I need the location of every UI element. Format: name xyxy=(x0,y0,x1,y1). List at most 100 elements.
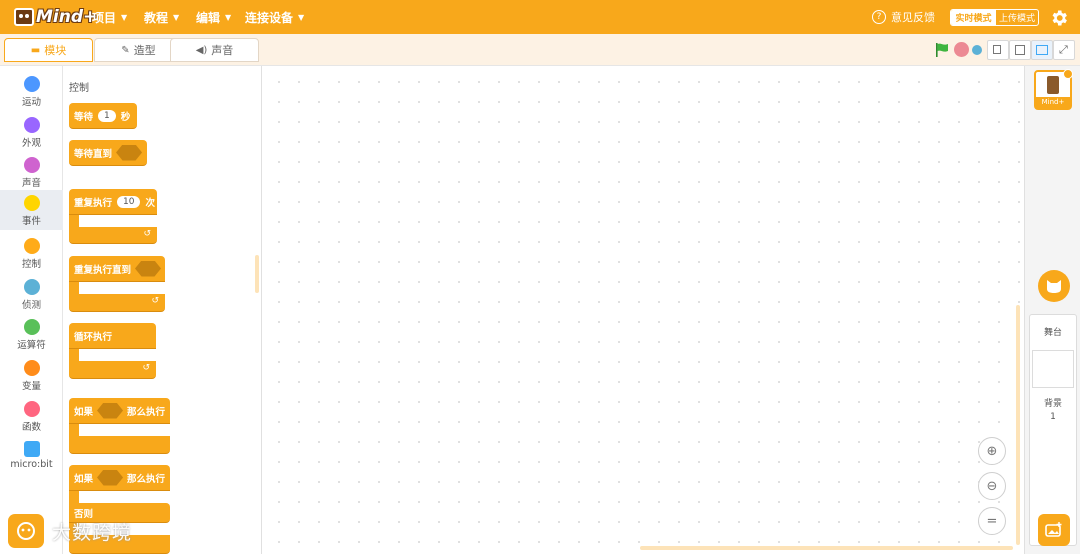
watermark: 大数跨境 xyxy=(8,514,132,548)
category-dot-icon xyxy=(23,279,40,295)
tab-sounds-label: 声音 xyxy=(211,44,234,57)
category-sensing[interactable]: 侦测 xyxy=(0,274,63,314)
workspace-vertical-scrollbar[interactable] xyxy=(1016,305,1020,545)
menu-connect-device-label: 连接设备 xyxy=(245,10,294,25)
block-if-else[interactable]: 如果 那么执行 xyxy=(69,465,170,491)
palette-section-title: 控制 xyxy=(69,83,89,94)
category-dot-icon xyxy=(23,195,40,211)
category-motion[interactable]: 运动 xyxy=(0,71,63,111)
loop-arrow-icon: ↺ xyxy=(143,229,151,239)
c-block-arm xyxy=(69,491,79,503)
sprite-thumbnail[interactable]: Mind+ xyxy=(1034,69,1073,110)
robot-logo-icon xyxy=(14,8,34,26)
stage-thumbnail[interactable] xyxy=(1032,350,1074,388)
category-operators[interactable]: 运算符 xyxy=(0,314,63,354)
feedback-label: 意见反馈 xyxy=(891,11,935,24)
category-variables[interactable]: 变量 xyxy=(0,355,63,395)
boolean-slot[interactable] xyxy=(97,469,124,486)
stage-label: 舞台 xyxy=(1043,328,1062,338)
category-sound[interactable]: 声音 xyxy=(0,152,63,192)
c-block-bottom: ↺ xyxy=(69,361,156,379)
menu-tutorial[interactable]: 教程 ▼ xyxy=(144,0,179,34)
menu-edit[interactable]: 编辑 ▼ xyxy=(196,0,231,34)
block-forever[interactable]: 循环执行 xyxy=(69,323,156,349)
block-label: 等待直到 xyxy=(74,148,113,160)
zoom-out-button[interactable]: ⊖ xyxy=(978,472,1006,500)
close-icon[interactable] xyxy=(1063,69,1073,79)
question-icon: ? xyxy=(872,10,886,24)
editor-tab-bar: ▬ 模块 ✎ 造型 ◀) 声音 xyxy=(0,34,1080,66)
category-looks[interactable]: 外观 xyxy=(0,112,63,152)
boolean-slot[interactable] xyxy=(97,402,124,419)
menu-tutorial-label: 教程 xyxy=(144,10,169,25)
category-control[interactable]: 控制 xyxy=(0,233,63,273)
zoom-reset-button[interactable]: = xyxy=(978,507,1006,535)
tab-sounds[interactable]: ◀) 声音 xyxy=(170,38,259,62)
category-events[interactable]: 事件 xyxy=(0,190,63,230)
watermark-text: 大数跨境 xyxy=(52,521,133,544)
backdrop-label: 背景 xyxy=(1043,399,1062,409)
category-dot-icon xyxy=(23,117,40,133)
watermark-logo-icon xyxy=(8,514,44,548)
small-stage-button[interactable] xyxy=(987,40,1009,60)
feedback-button[interactable]: ? 意见反馈 xyxy=(872,0,935,34)
category-label: 函数 xyxy=(21,422,41,433)
add-backdrop-button[interactable] xyxy=(1038,514,1070,546)
block-if-then[interactable]: 如果 那么执行 xyxy=(69,398,170,424)
block-number-input[interactable]: 1 xyxy=(98,109,116,122)
block-repeat[interactable]: 重复执行 10 次 xyxy=(69,189,157,215)
gear-icon[interactable] xyxy=(1049,8,1069,28)
stop-icon[interactable] xyxy=(954,42,969,57)
loop-arrow-icon: ↺ xyxy=(151,296,159,306)
category-dot-icon xyxy=(23,360,40,376)
tab-blocks[interactable]: ▬ 模块 xyxy=(4,38,93,62)
fullscreen-icon: ⤢ xyxy=(1059,43,1068,56)
boolean-slot[interactable] xyxy=(135,260,161,277)
block-label: 那么执行 xyxy=(127,473,166,485)
c-block-arm xyxy=(69,424,79,436)
category-functions[interactable]: 函数 xyxy=(0,396,63,436)
mode-toggle[interactable]: 实时模式 上传模式 xyxy=(950,9,1039,26)
category-microbit[interactable]: micro:bit xyxy=(0,436,63,476)
code-workspace[interactable] xyxy=(263,66,1023,554)
upload-mode-option[interactable]: 上传模式 xyxy=(996,10,1038,25)
block-label: 循环执行 xyxy=(74,331,113,343)
menu-connect-device[interactable]: 连接设备 ▼ xyxy=(245,0,304,34)
block-repeat-until[interactable]: 重复执行直到 xyxy=(69,256,165,282)
zoom-in-button[interactable]: ⊕ xyxy=(978,437,1006,465)
app-logo-text: Mind+ xyxy=(36,7,98,27)
sprite-name: Mind+ xyxy=(1036,97,1070,108)
block-label: 重复执行直到 xyxy=(74,264,132,276)
category-label: micro:bit xyxy=(10,459,53,470)
app-logo[interactable]: Mind+ xyxy=(14,6,97,28)
sprite-stage-panel: Mind+ 舞台 背景 1 xyxy=(1024,66,1080,554)
tab-blocks-label: 模块 xyxy=(44,44,67,57)
normal-stage-button[interactable] xyxy=(1009,40,1031,60)
block-label: 如果 xyxy=(74,406,94,418)
block-label: 那么执行 xyxy=(127,406,166,418)
zoom-out-icon: ⊖ xyxy=(986,478,998,494)
workspace-horizontal-scrollbar[interactable] xyxy=(640,546,1013,550)
palette-scrollbar[interactable] xyxy=(255,255,259,293)
fullscreen-button[interactable]: ⤢ xyxy=(1053,40,1075,60)
blocks-icon: ▬ xyxy=(30,44,41,56)
large-stage-icon xyxy=(1036,45,1048,55)
menu-project-label: 项目 xyxy=(92,10,117,25)
category-dot-icon xyxy=(23,157,40,173)
stage-selector[interactable]: 舞台 背景 1 xyxy=(1029,314,1077,546)
large-stage-button[interactable] xyxy=(1031,40,1053,60)
green-flag-icon[interactable] xyxy=(934,42,950,58)
block-wait-until[interactable]: 等待直到 xyxy=(69,140,147,166)
add-sprite-button[interactable] xyxy=(1038,270,1070,302)
menu-project[interactable]: 项目 ▼ xyxy=(92,0,127,34)
block-label: 次 xyxy=(145,197,155,209)
block-wait-seconds[interactable]: 等待 1 秒 xyxy=(69,103,137,129)
chip-icon xyxy=(23,441,40,457)
c-block-bottom: ↺ xyxy=(69,294,165,312)
block-number-input[interactable]: 10 xyxy=(117,195,141,208)
realtime-mode-option[interactable]: 实时模式 xyxy=(951,10,996,25)
category-menu: 运动 外观 声音 事件 控制 侦测 运算符 变量 函数 micro:bit xyxy=(0,66,63,554)
boolean-slot[interactable] xyxy=(116,144,143,161)
speaker-icon: ◀) xyxy=(195,44,208,56)
category-label: 事件 xyxy=(21,216,41,227)
